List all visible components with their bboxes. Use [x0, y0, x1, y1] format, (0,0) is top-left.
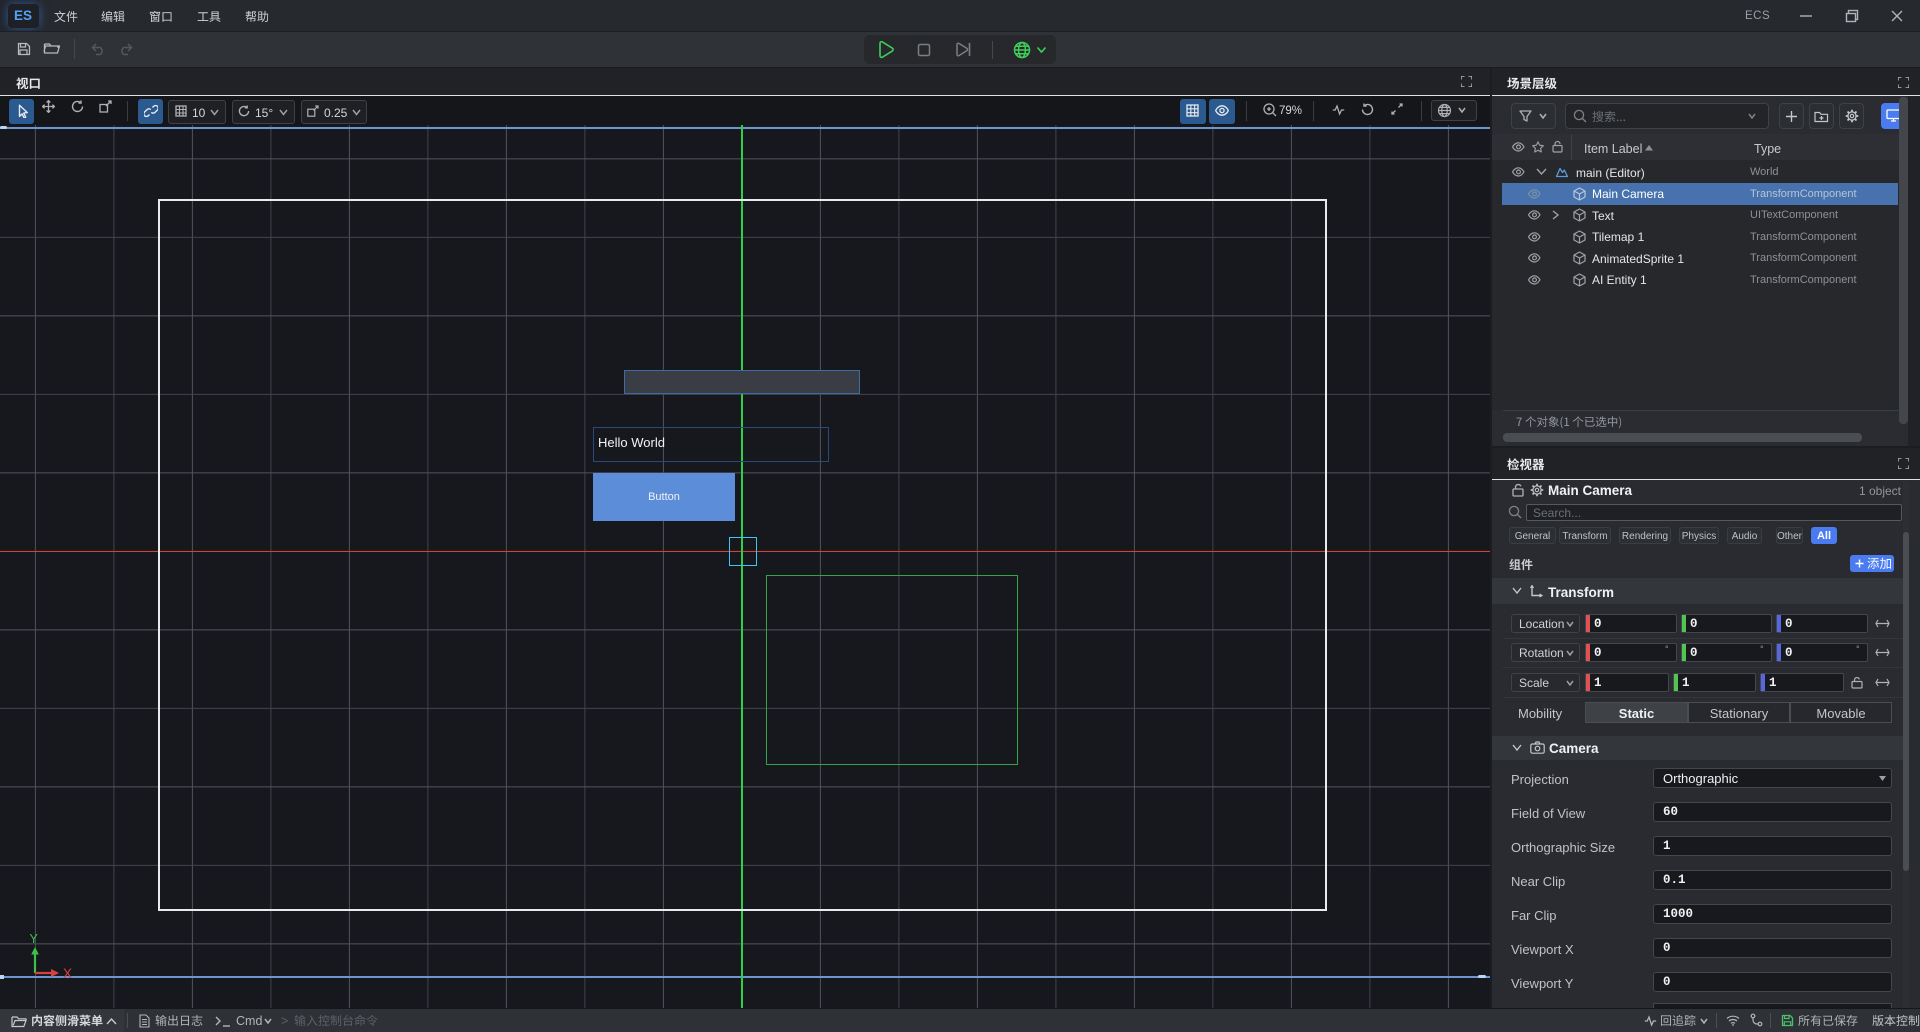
svg-text:Y: Y [30, 932, 39, 946]
svg-text:X: X [63, 966, 72, 981]
